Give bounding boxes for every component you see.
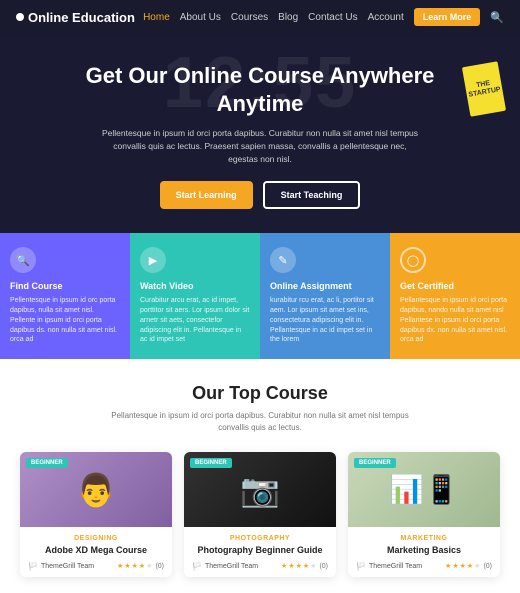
star-5: ★ [310,562,316,570]
course-card-1-image: 📷 Beginner [184,452,336,527]
navbar: Online Education Home About Us Courses B… [0,0,520,34]
course-card-2-team: 🏳️ ThemeGrill Team [356,562,422,571]
find-course-icon: 🔍 [10,247,36,273]
course-card-1-flag: 🏳️ [192,562,202,571]
course-card-2-body: Marketing Marketing Basics 🏳️ ThemeGrill… [348,527,500,577]
hero-buttons: Start Learning Start Teaching [160,181,361,209]
course-card-0-body: Designing Adobe XD Mega Course 🏳️ ThemeG… [20,527,172,577]
course-card-0-flag: 🏳️ [28,562,38,571]
course-card-2-image: 📊📱 Beginner [348,452,500,527]
course-card-1-title: Photography Beginner Guide [192,545,328,557]
course-card-1-reviews: (0) [319,563,328,570]
star-2: ★ [124,562,130,570]
course-card-0-image: 👨 Beginner [20,452,172,527]
feature-get-certified-title: Get Certified [400,281,510,291]
course-card-1-team-name: ThemeGrill Team [205,563,258,570]
course-card-1-badge: Beginner [190,458,232,468]
watch-video-icon: ▶ [140,247,166,273]
course-card-2-reviews: (0) [483,563,492,570]
course-card-2-team-name: ThemeGrill Team [369,563,422,570]
star-1: ★ [445,562,451,570]
star-2: ★ [288,562,294,570]
nav-account[interactable]: Account [368,12,404,23]
feature-get-certified-desc: Pellantesque in ipsum id orci porta dapi… [400,296,510,345]
star-5: ★ [474,562,480,570]
feature-get-certified: ◯ Get Certified Pellantesque in ipsum id… [390,233,520,359]
feature-watch-video: ▶ Watch Video Curabitur arcu erat, ac id… [130,233,260,359]
top-course-section: Our Top Course Pellantesque in ipsum id … [0,359,520,593]
feature-find-course: 🔍 Find Course Pellentesque in ipsum id o… [0,233,130,359]
hero-heading: Get Our Online Course Anywhere Anytime [40,62,480,117]
brand-name: Online Education [28,10,135,25]
feature-online-assignment-desc: kurabitur rcu erat, ac li, portitor sit … [270,296,380,345]
star-4: ★ [303,562,309,570]
course-card-2[interactable]: 📊📱 Beginner Marketing Marketing Basics 🏳… [348,452,500,577]
nav-blog[interactable]: Blog [278,12,298,23]
nav-home[interactable]: Home [143,12,170,23]
star-3: ★ [296,562,302,570]
course-card-1-body: Photography Photography Beginner Guide 🏳… [184,527,336,577]
course-cards-grid: 👨 Beginner Designing Adobe XD Mega Cours… [20,452,500,577]
hero-description: Pellentesque in ipsum id orci porta dapi… [100,127,420,165]
course-card-2-category: Marketing [356,535,492,542]
star-3: ★ [460,562,466,570]
feature-watch-video-title: Watch Video [140,281,250,291]
star-4: ★ [467,562,473,570]
course-card-0[interactable]: 👨 Beginner Designing Adobe XD Mega Cours… [20,452,172,577]
hero-section: 12:55 THESTARTUP Get Our Online Course A… [0,34,520,233]
course-card-1-stars: ★ ★ ★ ★ ★ (0) [281,562,328,570]
course-card-1-team: 🏳️ ThemeGrill Team [192,562,258,571]
course-card-2-flag: 🏳️ [356,562,366,571]
learn-more-button[interactable]: Learn More [414,8,481,26]
get-certified-icon: ◯ [400,247,426,273]
course-card-0-team-name: ThemeGrill Team [41,563,94,570]
top-course-subtitle: Pellantesque in ipsum id orci porta dapi… [110,410,410,434]
course-card-2-footer: 🏳️ ThemeGrill Team ★ ★ ★ ★ ★ (0) [356,562,492,571]
course-card-0-footer: 🏳️ ThemeGrill Team ★ ★ ★ ★ ★ (0) [28,562,164,571]
course-card-0-stars: ★ ★ ★ ★ ★ (0) [117,562,164,570]
feature-find-course-title: Find Course [10,281,120,291]
logo-dot [16,13,24,21]
nav-about[interactable]: About Us [180,12,221,23]
feature-watch-video-desc: Curabitur arcu erat, ac id impet, portti… [140,296,250,345]
course-card-0-category: Designing [28,535,164,542]
brand-logo[interactable]: Online Education [16,10,135,25]
online-assignment-icon: ✎ [270,247,296,273]
course-card-0-title: Adobe XD Mega Course [28,545,164,557]
features-section: 🔍 Find Course Pellentesque in ipsum id o… [0,233,520,359]
course-card-0-team: 🏳️ ThemeGrill Team [28,562,94,571]
course-card-1[interactable]: 📷 Beginner Photography Photography Begin… [184,452,336,577]
nav-links: Home About Us Courses Blog Contact Us Ac… [143,8,504,26]
star-4: ★ [139,562,145,570]
feature-online-assignment-title: Online Assignment [270,281,380,291]
star-2: ★ [452,562,458,570]
course-card-1-footer: 🏳️ ThemeGrill Team ★ ★ ★ ★ ★ (0) [192,562,328,571]
course-card-1-category: Photography [192,535,328,542]
feature-find-course-desc: Pellentesque in ipsum id orc porta dapib… [10,296,120,345]
star-1: ★ [281,562,287,570]
course-card-0-badge: Beginner [26,458,68,468]
start-learning-button[interactable]: Start Learning [160,181,253,209]
feature-online-assignment: ✎ Online Assignment kurabitur rcu erat, … [260,233,390,359]
top-course-heading: Our Top Course [20,383,500,404]
search-icon[interactable]: 🔍 [490,11,504,24]
nav-contact[interactable]: Contact Us [308,12,357,23]
nav-courses[interactable]: Courses [231,12,268,23]
star-5: ★ [146,562,152,570]
course-card-2-stars: ★ ★ ★ ★ ★ (0) [445,562,492,570]
start-teaching-button[interactable]: Start Teaching [263,181,361,209]
course-card-0-reviews: (0) [155,563,164,570]
star-1: ★ [117,562,123,570]
star-3: ★ [132,562,138,570]
course-card-2-badge: Beginner [354,458,396,468]
course-card-2-title: Marketing Basics [356,545,492,557]
